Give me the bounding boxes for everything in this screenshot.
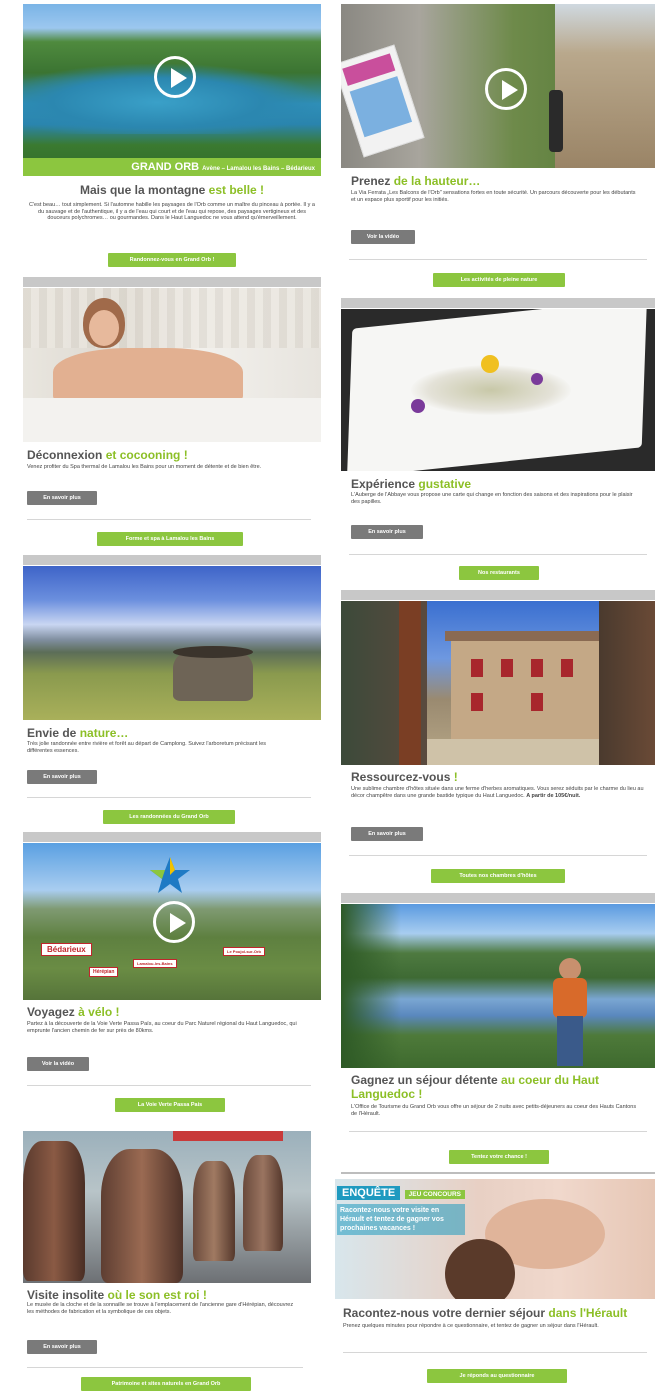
card-body: L'Office de Tourisme du Grand Orb vous o… xyxy=(351,1104,637,1117)
restaurants-button[interactable]: Nos restaurants xyxy=(459,566,539,580)
card-body: La Via Ferrata „Les Balcons de l'Orb" se… xyxy=(351,190,636,203)
card-title: Visite insolite où le son est roi ! xyxy=(27,1288,207,1302)
map-label-bedarieux: Bédarieux xyxy=(41,943,92,956)
card-title: Ressourcez-vous ! xyxy=(351,770,458,784)
badge-subtitle: JEU CONCOURS xyxy=(404,1190,466,1199)
card-title: Prenez de la hauteur… xyxy=(351,174,481,188)
separator xyxy=(349,1131,647,1132)
lake-video-thumbnail[interactable]: GRAND ORB Avène – Lamalou les Bains – Bé… xyxy=(23,4,321,176)
patrimoine-button[interactable]: Patrimoine et sites naturels en Grand Or… xyxy=(81,1377,251,1391)
nature-image xyxy=(23,566,321,720)
enquete-badge: ENQUÊTE JEU CONCOURS Racontez-nous votre… xyxy=(337,1183,469,1263)
card-title: Voyagez à vélo ! xyxy=(27,1005,120,1019)
en-savoir-plus-button[interactable]: En savoir plus xyxy=(27,1340,97,1354)
forme-spa-button[interactable]: Forme et spa à Lamalou les Bains xyxy=(97,532,243,546)
enquete-image[interactable]: ENQUÊTE JEU CONCOURS Racontez-nous votre… xyxy=(335,1179,655,1299)
bells-image xyxy=(23,1131,311,1283)
en-savoir-plus-button[interactable]: En savoir plus xyxy=(27,491,97,505)
en-savoir-plus-button[interactable]: En savoir plus xyxy=(351,827,423,841)
card-title: Mais que la montagne est belle ! xyxy=(79,183,265,197)
band-subtitle: Avène – Lamalou les Bains – Bédarieux xyxy=(202,166,315,172)
card-body: Prenez quelques minutes pour répondre à … xyxy=(343,1323,599,1329)
randonnez-button[interactable]: Randonnez-vous en Grand Orb ! xyxy=(108,253,236,267)
card-body: Partez à la découverte de la Voie Verte … xyxy=(27,1021,297,1034)
section-divider xyxy=(23,277,321,287)
card-title: Gagnez un séjour détente au coeur du Hau… xyxy=(351,1073,600,1101)
via-ferrata-video-thumbnail[interactable] xyxy=(341,4,655,168)
band-title: GRAND ORB xyxy=(131,161,200,173)
separator xyxy=(27,797,311,798)
badge-title: ENQUÊTE xyxy=(337,1186,401,1200)
card-title: Expérience gustative xyxy=(351,477,472,491)
grand-orb-band: GRAND ORB Avène – Lamalou les Bains – Bé… xyxy=(23,158,321,176)
card-body: Le musée de la cloche et de la sonnaille… xyxy=(27,1302,294,1315)
tentez-button[interactable]: Tentez votre chance ! xyxy=(449,1150,549,1164)
activites-button[interactable]: Les activités de pleine nature xyxy=(433,273,565,287)
en-savoir-plus-button[interactable]: En savoir plus xyxy=(351,525,423,539)
section-divider xyxy=(341,590,655,600)
play-icon[interactable] xyxy=(485,68,527,110)
map-label-lamalou: Lamalou-les-Bains xyxy=(133,959,177,968)
play-icon[interactable] xyxy=(154,56,196,98)
section-divider xyxy=(23,832,321,842)
card-title: Envie de nature… xyxy=(27,726,129,740)
separator xyxy=(27,1367,303,1368)
separator xyxy=(343,1352,647,1353)
map-label-poujol: Le Poujol-sur-Orb xyxy=(223,947,265,956)
star-logo-icon xyxy=(147,855,193,895)
questionnaire-button[interactable]: Je réponds au questionnaire xyxy=(427,1369,567,1383)
separator xyxy=(349,554,647,555)
section-divider xyxy=(23,555,321,565)
velo-video-thumbnail[interactable]: Bédarieux Hérépian Lamalou-les-Bains Le … xyxy=(23,843,321,1000)
separator xyxy=(27,519,311,520)
card-body: L'Auberge de l'Abbaye vous propose une c… xyxy=(351,492,633,505)
separator xyxy=(349,259,647,260)
voie-verte-button[interactable]: La Voie Verte Passa Pais xyxy=(115,1098,225,1112)
guesthouse-image xyxy=(341,601,655,765)
voir-la-video-button[interactable]: Voir la vidéo xyxy=(351,230,415,244)
play-icon[interactable] xyxy=(153,901,195,943)
brochure-image xyxy=(341,44,425,158)
voir-la-video-button[interactable]: Voir la vidéo xyxy=(27,1057,89,1071)
section-divider xyxy=(341,893,655,903)
separator xyxy=(341,1172,655,1174)
section-divider xyxy=(341,298,655,308)
randonnees-button[interactable]: Les randonnées du Grand Orb xyxy=(103,810,235,824)
card-body: Très jolie randonnée entre rivière et fo… xyxy=(27,741,267,754)
separator xyxy=(27,1085,311,1086)
chambres-button[interactable]: Toutes nos chambres d'hôtes xyxy=(431,869,565,883)
spa-image xyxy=(23,288,321,442)
badge-text: Racontez-nous votre visite en Hérault et… xyxy=(337,1204,465,1235)
card-body: Une sublime chambre d'hôtes située dans … xyxy=(351,786,644,799)
card-body: C'est beau… tout simplement. Si l'automn… xyxy=(29,202,315,222)
card-title: Déconnexion et cocooning ! xyxy=(27,448,188,462)
card-title: Racontez-nous votre dernier séjour dans … xyxy=(343,1306,628,1320)
separator xyxy=(349,855,647,856)
hiker-image xyxy=(341,904,655,1068)
gastronomy-image xyxy=(341,309,655,471)
en-savoir-plus-button[interactable]: En savoir plus xyxy=(27,770,97,784)
map-label-herepian: Hérépian xyxy=(89,967,119,977)
card-body: Venez profiter du Spa thermal de Lamalou… xyxy=(27,464,262,470)
